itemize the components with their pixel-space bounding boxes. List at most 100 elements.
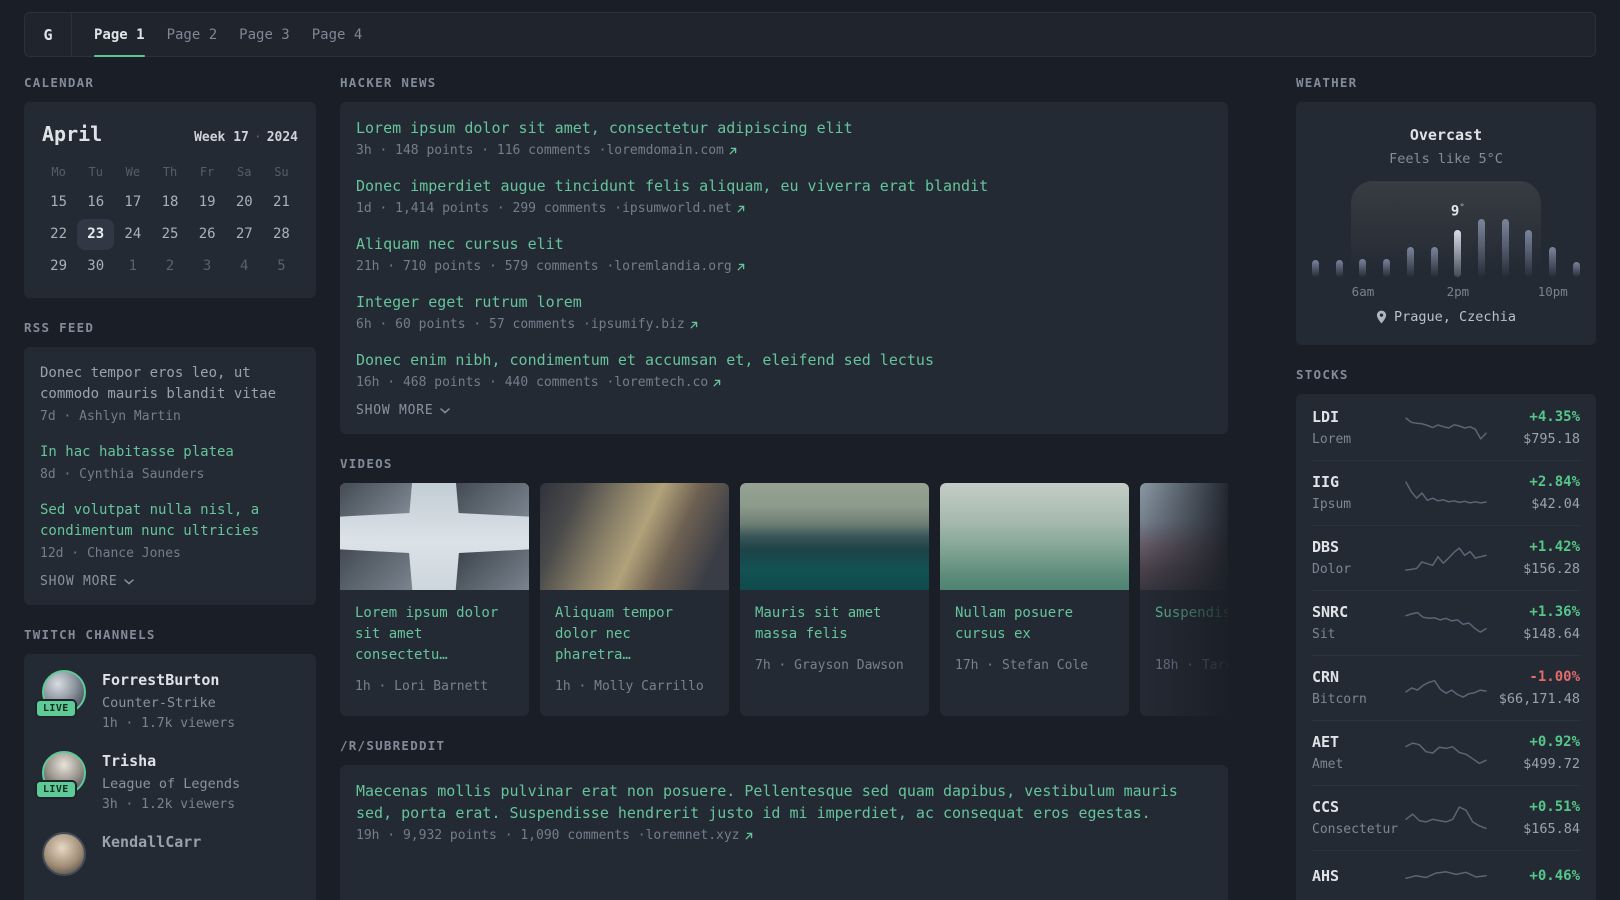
calendar-day: 4 [240, 258, 249, 274]
stocks-widget: STOCKS LDI Lorem +4.35% $795.18 IIG Ipsum +2.8… [1296, 367, 1596, 900]
external-link-arrow-icon [713, 379, 721, 387]
external-link-arrow-icon [690, 321, 697, 329]
weather-hour-bar [1430, 247, 1438, 277]
rss-item-title[interactable]: In hac habitasse platea [40, 442, 300, 463]
stock-symbol-block: LDI Lorem [1312, 407, 1404, 449]
twitch-channel-list: LIVE ForrestBurton Counter-Strike 1h · 1.7k… [35, 670, 300, 892]
video-card[interactable]: Mauris sit amet massa felis 7h · Grayson … [740, 483, 929, 716]
stock-row-iig[interactable]: IIG Ipsum +2.84% $42.04 [1312, 460, 1580, 525]
video-meta: 7h · Grayson Dawson [755, 658, 904, 673]
twitch-channel-name[interactable]: KendallCarr [102, 832, 201, 853]
rss-item-title[interactable]: Donec tempor eros leo, ut commodo mauris… [40, 363, 300, 405]
stock-sparkline [1405, 679, 1487, 698]
stock-change: +0.92% [1529, 734, 1580, 750]
tab-page-4[interactable]: Page 4 [301, 13, 374, 56]
hacker-news-item: Lorem ipsum dolor sit amet, consectetur … [356, 118, 1212, 161]
stock-name: Ipsum [1312, 497, 1352, 512]
hacker-news-item-title[interactable]: Donec imperdiet augue tincidunt felis al… [356, 176, 1212, 197]
stock-symbol: AET [1312, 733, 1340, 751]
rss-show-more-button[interactable]: SHOW MORE [40, 574, 135, 589]
dot-separator: · [253, 130, 262, 145]
hacker-news-item-domain-link[interactable]: loremlandia.org [614, 257, 744, 277]
hacker-news-item-domain-link[interactable]: ipsumify.biz [591, 315, 698, 335]
hacker-news-show-more-button[interactable]: SHOW MORE [356, 403, 451, 418]
hacker-news-item-title[interactable]: Lorem ipsum dolor sit amet, consectetur … [356, 118, 1212, 139]
stocks-list: LDI Lorem +4.35% $795.18 IIG Ipsum +2.84% $42.0… [1312, 396, 1580, 900]
stock-price: $165.84 [1523, 821, 1580, 837]
subreddit-post-domain-link[interactable]: loremnet.xyz [646, 826, 753, 846]
twitch-channel-name[interactable]: Trisha [102, 751, 240, 772]
hacker-news-item-title[interactable]: Integer eget rutrum lorem [356, 292, 1212, 313]
weather-section-label: WEATHER [1296, 75, 1358, 90]
twitch-channel-category: League of Legends [102, 776, 241, 792]
video-card-body: Lorem ipsum dolor sit amet consectetu… 1h… [340, 590, 529, 716]
calendar-day: 30 [87, 258, 105, 274]
weather-hour-bar [1549, 247, 1557, 277]
calendar-day: 25 [161, 226, 179, 242]
twitch-channel-row[interactable]: LIVE ForrestBurton Counter-Strike 1h · 1.7k… [35, 670, 300, 733]
video-title: Aliquam tempor dolor nec pharetra… [555, 605, 674, 663]
twitch-channel-row[interactable]: KendallCarr [40, 832, 300, 892]
tab-page-3[interactable]: Page 3 [228, 13, 301, 56]
twitch-channel-info: ForrestBurton Counter-Strike 1h · 1.7k vie… [102, 670, 235, 733]
hacker-news-item-title[interactable]: Donec enim nibh, condimentum et accumsan… [356, 350, 1212, 371]
stock-symbol-block: AET Amet [1312, 732, 1404, 774]
hacker-news-section-label: HACKER NEWS [340, 75, 437, 90]
hacker-news-item-meta-text: 1d · 1,414 points · 299 comments · [356, 201, 623, 216]
stock-price: $156.28 [1523, 561, 1580, 577]
dashboard-page: G Page 1 Page 2 Page 3 Page 4 CALENDAR Apri… [0, 0, 1620, 900]
stock-symbol: IIG [1312, 473, 1340, 491]
hacker-news-item-domain-link[interactable]: loremtech.co [614, 373, 721, 393]
avatar [42, 832, 86, 876]
hacker-news-item-meta: 1d · 1,414 points · 299 comments · ipsum… [356, 199, 1212, 219]
calendar-day: 27 [235, 226, 253, 242]
show-more-label: SHOW MORE [356, 403, 434, 418]
stock-name: Consectetur [1312, 822, 1399, 837]
stock-symbol-block: SNRC Sit [1312, 602, 1404, 644]
stock-values-block: +4.35% $795.18 [1488, 407, 1580, 449]
video-card[interactable]: Aliquam tempor dolor nec pharetra… 1h · M… [540, 483, 729, 716]
stock-row-snrc[interactable]: SNRC Sit +1.36% $148.64 [1312, 590, 1580, 655]
calendar-day: 29 [50, 258, 67, 274]
stock-row-crn[interactable]: CRN Bitcorn -1.00% $66,171.48 [1312, 655, 1580, 720]
hacker-news-item-domain-link[interactable]: ipsumworld.net [622, 199, 745, 219]
weather-hourly-chart: 9° 6am 2pm 10pm [1312, 181, 1580, 299]
hacker-news-item-domain-link[interactable]: loremdomain.com [606, 141, 737, 161]
video-thumbnail [340, 483, 529, 590]
middle-column: HACKER NEWS Lorem ipsum dolor sit amet, … [340, 75, 1228, 900]
subreddit-post: Maecenas mollis pulvinar erat non posuer… [356, 781, 1212, 846]
tab-page-1[interactable]: Page 1 [83, 13, 156, 57]
video-card-body: Mauris sit amet massa felis 7h · Grayson … [740, 590, 929, 695]
tab-page-2[interactable]: Page 2 [156, 13, 229, 56]
video-card[interactable]: Nullam posuere cursus ex 17h · Stefan Col… [940, 483, 1129, 716]
stock-row-dbs[interactable]: DBS Dolor +1.42% $156.28 [1312, 525, 1580, 590]
calendar-weekday: Th [162, 165, 178, 179]
stock-price: $148.64 [1523, 626, 1580, 642]
location-pin-icon [1376, 310, 1387, 324]
video-card-body: Nullam posuere cursus ex 17h · Stefan Col… [940, 590, 1129, 695]
weather-time-label: 2pm [1446, 284, 1470, 299]
weather-time-label: 6am [1351, 284, 1375, 299]
twitch-channel-row[interactable]: LIVE Trisha League of Legends 3h · 1.2k vie… [35, 751, 300, 814]
stock-row-ldi[interactable]: LDI Lorem +4.35% $795.18 [1312, 396, 1580, 460]
rss-item-meta: 12d · Chance Jones [40, 546, 181, 561]
stock-row-ahs[interactable]: AHS +0.46% [1312, 850, 1580, 900]
stock-row-aet[interactable]: AET Amet +0.92% $499.72 [1312, 720, 1580, 785]
video-card[interactable]: Lorem ipsum dolor sit amet consectetu… 1h… [340, 483, 529, 716]
twitch-channel-name[interactable]: ForrestBurton [102, 670, 235, 691]
rss-item-title[interactable]: Sed volutpat nulla nisl, a condimentum n… [40, 500, 300, 542]
calendar-day: 20 [235, 194, 253, 210]
hacker-news-item-title[interactable]: Aliquam nec cursus elit [356, 234, 1212, 255]
video-meta: 1h · Molly Carrillo [555, 679, 704, 694]
video-meta: 17h · Stefan Cole [955, 658, 1089, 673]
live-badge: LIVE [35, 699, 77, 718]
subreddit-post-title[interactable]: Maecenas mollis pulvinar erat non posuer… [356, 781, 1212, 824]
rss-widget: RSS FEED Donec tempor eros leo, ut commo… [24, 320, 316, 605]
weather-location: Prague, Czechia [1312, 309, 1580, 325]
stock-row-ccs[interactable]: CCS Consectetur +0.51% $165.84 [1312, 785, 1580, 850]
hacker-news-item-meta: 21h · 710 points · 579 comments · loreml… [356, 257, 1212, 277]
stock-symbol: SNRC [1312, 603, 1349, 621]
stock-values-block: +0.51% $165.84 [1488, 797, 1580, 839]
video-card[interactable]: Suspendisse diam 18h · Tara [1140, 483, 1228, 716]
twitch-avatar-wrap: LIVE [35, 751, 86, 799]
